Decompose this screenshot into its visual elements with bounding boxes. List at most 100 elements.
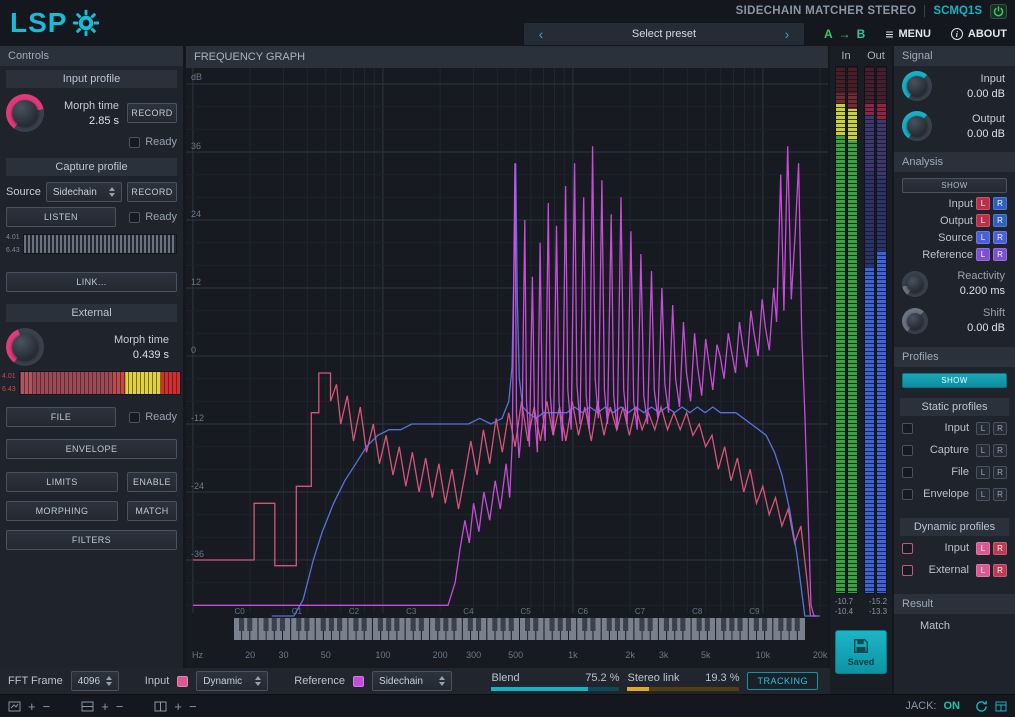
zoom-in-button-1[interactable]: +: [28, 700, 36, 713]
static-file-right-button[interactable]: R: [993, 466, 1007, 479]
save-button-label: Saved: [848, 657, 875, 667]
zoom-out-button-3[interactable]: −: [189, 700, 197, 713]
static-file-checkbox[interactable]: [902, 467, 913, 478]
dynamic-input-right-button[interactable]: R: [993, 542, 1007, 555]
y-axis-fit-icon[interactable]: [154, 701, 167, 712]
dynamic-external-checkbox[interactable]: [902, 565, 913, 576]
save-button[interactable]: Saved: [835, 630, 887, 674]
analysis-source-label: Source: [938, 232, 973, 244]
static-envelope-checkbox[interactable]: [902, 489, 913, 500]
capture-record-button[interactable]: RECORD: [127, 182, 177, 202]
static-envelope-left-button[interactable]: L: [976, 488, 990, 501]
static-input-left-button[interactable]: L: [976, 422, 990, 435]
input-gain-knob[interactable]: [902, 71, 932, 101]
power-icon[interactable]: [990, 4, 1007, 19]
reference-mode-select[interactable]: Sidechain: [372, 671, 452, 691]
link-button[interactable]: LINK...: [6, 272, 177, 292]
zoom-out-button-2[interactable]: −: [116, 700, 124, 713]
preset-prev-button[interactable]: ‹: [524, 26, 558, 42]
dynamic-external-left-button[interactable]: L: [976, 564, 990, 577]
svg-text:3k: 3k: [659, 650, 669, 660]
profiles-header: Profiles: [894, 347, 1015, 367]
zoom-in-button-3[interactable]: +: [174, 700, 182, 713]
svg-text:0: 0: [191, 345, 196, 355]
static-capture-right-button[interactable]: R: [993, 444, 1007, 457]
analysis-show-button[interactable]: SHOW: [902, 178, 1007, 193]
static-input-checkbox[interactable]: [902, 423, 913, 434]
dynamic-input-left-button[interactable]: L: [976, 542, 990, 555]
blend-control: Blend 75.2 %: [491, 672, 619, 691]
svg-text:dB: dB: [191, 72, 202, 82]
analysis-input-left-button[interactable]: L: [976, 197, 990, 210]
about-button[interactable]: i ABOUT: [951, 28, 1007, 40]
input-gain-label: Input: [981, 73, 1005, 85]
floppy-disk-icon: [852, 637, 870, 655]
frequency-graph[interactable]: C0C1C2C3C4C5C6C7C8C9dB3624120-12-24-36Hz…: [186, 68, 828, 668]
capture-ready-checkbox[interactable]: [129, 212, 140, 223]
input-mode-select[interactable]: Dynamic: [196, 671, 268, 691]
svg-text:C6: C6: [578, 607, 589, 616]
ab-a-button[interactable]: A: [824, 27, 833, 41]
output-level-meter-left: [864, 66, 875, 594]
static-capture-checkbox[interactable]: [902, 445, 913, 456]
reconnect-icon[interactable]: [975, 700, 988, 713]
external-morph-time-knob[interactable]: [6, 328, 44, 366]
zoom-out-button-1[interactable]: −: [43, 700, 51, 713]
capture-level-meter: [23, 234, 177, 254]
menu-button[interactable]: ≡ MENU: [885, 26, 931, 42]
in-meter-label: In: [834, 50, 858, 62]
filters-button[interactable]: FILTERS: [6, 530, 177, 550]
dynamic-input-label: Input: [916, 542, 973, 554]
zoom-in-button-2[interactable]: +: [101, 700, 109, 713]
tracking-button[interactable]: TRACKING: [747, 672, 818, 690]
shift-value: 0.00 dB: [967, 322, 1005, 334]
limits-button[interactable]: LIMITS: [6, 472, 118, 492]
title-divider: [924, 5, 925, 17]
static-file-left-button[interactable]: L: [976, 466, 990, 479]
blend-slider[interactable]: [491, 687, 619, 691]
analysis-source-right-button[interactable]: R: [993, 231, 1007, 244]
input-record-button[interactable]: RECORD: [127, 103, 177, 123]
window-layout-icon[interactable]: [995, 701, 1007, 712]
dynamic-external-right-button[interactable]: R: [993, 564, 1007, 577]
capture-source-select[interactable]: Sidechain: [46, 182, 122, 202]
fft-frame-select[interactable]: 4096: [71, 671, 119, 691]
static-envelope-right-button[interactable]: R: [993, 488, 1007, 501]
shift-knob[interactable]: [902, 308, 928, 334]
static-capture-left-button[interactable]: L: [976, 444, 990, 457]
preset-select[interactable]: Select preset: [558, 28, 770, 40]
graph-fit-icon[interactable]: [8, 701, 21, 712]
match-button[interactable]: MATCH: [127, 501, 177, 521]
external-ready-checkbox[interactable]: [129, 412, 140, 423]
external-file-button[interactable]: FILE: [6, 407, 116, 427]
svg-text:50: 50: [321, 650, 331, 660]
input-morph-time-knob[interactable]: [6, 94, 44, 132]
svg-text:C3: C3: [406, 607, 417, 616]
reactivity-knob[interactable]: [902, 271, 928, 297]
analysis-input-right-button[interactable]: R: [993, 197, 1007, 210]
ab-b-button[interactable]: B: [857, 27, 866, 41]
envelope-button[interactable]: ENVELOPE: [6, 439, 177, 459]
analysis-source-left-button[interactable]: L: [976, 231, 990, 244]
x-axis-fit-icon[interactable]: [81, 701, 94, 712]
analysis-reference-label: Reference: [922, 249, 973, 261]
enable-button[interactable]: ENABLE: [127, 472, 177, 492]
profiles-show-button[interactable]: SHOW: [902, 373, 1007, 388]
analysis-reference-right-button[interactable]: R: [993, 248, 1007, 261]
analysis-output-right-button[interactable]: R: [993, 214, 1007, 227]
capture-listen-button[interactable]: LISTEN: [6, 207, 116, 227]
analysis-reference-left-button[interactable]: L: [976, 248, 990, 261]
stereo-link-slider-fill[interactable]: [627, 687, 649, 691]
input-ready-checkbox[interactable]: [129, 137, 140, 148]
plugin-id: SCMQ1S: [933, 5, 982, 17]
static-input-right-button[interactable]: R: [993, 422, 1007, 435]
analysis-output-left-button[interactable]: L: [976, 214, 990, 227]
preset-next-button[interactable]: ›: [770, 26, 804, 42]
blend-slider-fill[interactable]: [491, 687, 587, 691]
morphing-button[interactable]: MORPHING: [6, 501, 118, 521]
svg-text:12: 12: [191, 277, 201, 287]
stereo-link-slider[interactable]: [627, 687, 739, 691]
output-gain-knob[interactable]: [902, 111, 932, 141]
svg-text:24: 24: [191, 209, 201, 219]
dynamic-input-checkbox[interactable]: [902, 543, 913, 554]
